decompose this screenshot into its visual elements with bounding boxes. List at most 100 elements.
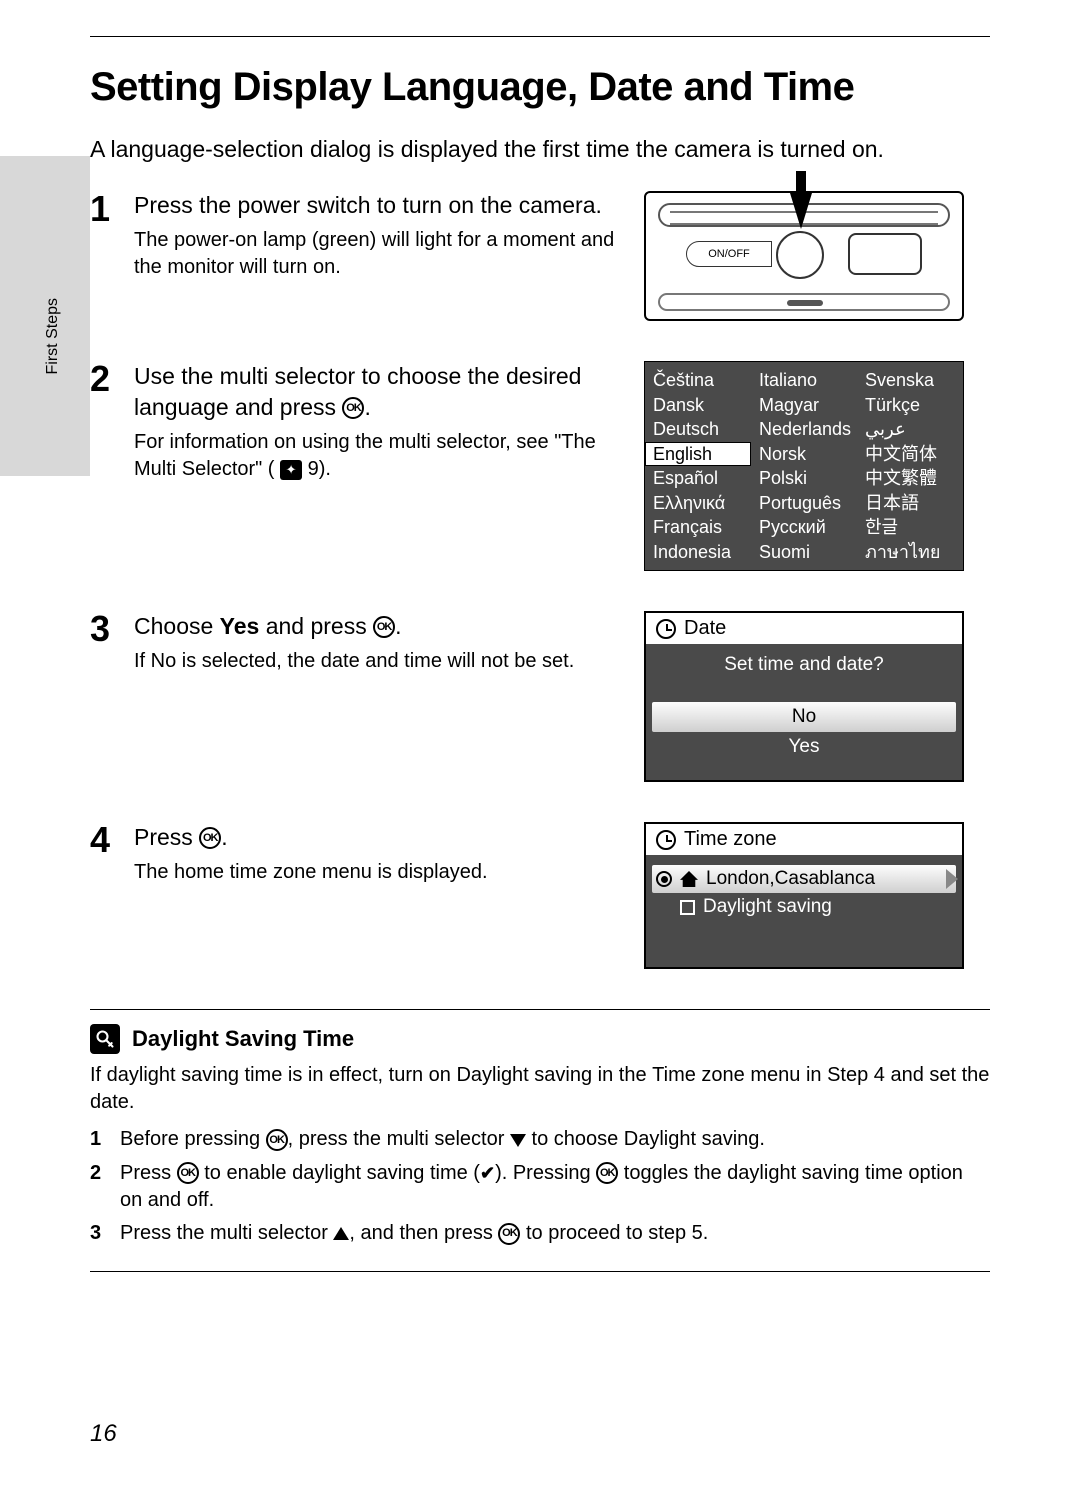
text: Time zone — [652, 1064, 745, 1086]
step-1: 1 Press the power switch to turn on the … — [90, 191, 990, 321]
note-body: If daylight saving time is in effect, tu… — [90, 1062, 990, 1116]
language-option: Norsk — [751, 442, 857, 467]
step-number: 4 — [90, 822, 134, 969]
note-item-2: 2 Press OK to enable daylight saving tim… — [90, 1160, 990, 1214]
section-tab: First Steps — [44, 298, 62, 374]
manual-ref-icon: ✦ — [280, 460, 302, 480]
language-option: Dansk — [645, 393, 751, 418]
language-option: Magyar — [751, 393, 857, 418]
language-option: 日本語 — [857, 491, 963, 516]
step-2-title: Use the multi selector to choose the des… — [134, 361, 632, 423]
text: to enable daylight saving time ( — [199, 1162, 480, 1184]
language-option: Français — [645, 515, 751, 540]
text: Press — [134, 824, 199, 850]
text: . — [395, 613, 401, 639]
language-option: Suomi — [751, 540, 857, 565]
step-4-title: Press OK. — [134, 822, 632, 853]
date-dialog-title: Date — [684, 617, 726, 640]
text: Yes — [220, 613, 260, 639]
language-option: Čeština — [645, 368, 751, 393]
intro-text: A language-selection dialog is displayed… — [90, 134, 990, 165]
date-dialog-screen: Date Set time and date? No Yes — [644, 611, 964, 782]
text: Before pressing — [120, 1129, 266, 1151]
text: Daylight saving — [456, 1064, 592, 1086]
ok-icon: OK — [266, 1129, 288, 1151]
language-option: Indonesia — [645, 540, 751, 565]
language-option: Русский — [751, 515, 857, 540]
language-option: عربي — [857, 417, 963, 442]
text: Choose — [134, 613, 220, 639]
timezone-dialog-title: Time zone — [684, 828, 777, 851]
list-number: 3 — [90, 1220, 106, 1247]
language-option: 中文简体 — [857, 442, 963, 467]
language-option: Svenska — [857, 368, 963, 393]
step-4-text: The home time zone menu is displayed. — [134, 859, 632, 886]
language-option: Türkçe — [857, 393, 963, 418]
text: Press — [120, 1162, 177, 1184]
down-arrow-icon — [510, 1134, 526, 1147]
step-number: 3 — [90, 611, 134, 782]
check-icon: ✔ — [480, 1161, 495, 1185]
language-option: Polski — [751, 466, 857, 491]
up-arrow-icon — [333, 1227, 349, 1240]
date-option-no: No — [652, 702, 956, 732]
language-option: Español — [645, 466, 751, 491]
language-option: Português — [751, 491, 857, 516]
text: Daylight saving — [624, 1129, 760, 1151]
text: 9). — [302, 458, 331, 480]
text: and press — [259, 613, 373, 639]
daylight-note: Daylight Saving Time If daylight saving … — [90, 1009, 990, 1272]
note-item-1: 1 Before pressing OK, press the multi se… — [90, 1126, 990, 1153]
step-2-text: For information on using the multi selec… — [134, 429, 632, 483]
step-1-title: Press the power switch to turn on the ca… — [134, 191, 632, 221]
text: . — [759, 1129, 765, 1151]
note-pencil-icon — [90, 1024, 120, 1054]
clock-icon — [656, 830, 676, 850]
text: in the — [592, 1064, 652, 1086]
clock-icon — [656, 619, 676, 639]
step-4: 4 Press OK. The home time zone menu is d… — [90, 822, 990, 969]
timezone-home-label: London,Casablanca — [706, 868, 875, 890]
note-item-3: 3 Press the multi selector , and then pr… — [90, 1220, 990, 1247]
language-option: 한글 — [857, 515, 963, 540]
text: For information on using the multi selec… — [134, 431, 596, 480]
timezone-dialog-screen: Time zone London,Casablanca Daylight sav… — [644, 822, 964, 969]
language-option: Nederlands — [751, 417, 857, 442]
camera-top-illustration: ON/OFF — [644, 191, 964, 321]
step-1-text: The power-on lamp (green) will light for… — [134, 227, 632, 281]
text: No — [151, 650, 177, 672]
timezone-home-row: London,Casablanca — [652, 865, 956, 893]
text: . — [221, 824, 227, 850]
language-option: Ελληνικά — [645, 491, 751, 516]
text: is selected, the date and time will not … — [176, 650, 574, 672]
list-number: 1 — [90, 1126, 106, 1153]
checkbox-empty-icon — [680, 900, 695, 915]
text: Press the multi selector — [120, 1222, 333, 1244]
date-dialog-question: Set time and date? — [646, 644, 962, 702]
step-2: 2 Use the multi selector to choose the d… — [90, 361, 990, 571]
step-3-text: If No is selected, the date and time wil… — [134, 648, 632, 675]
date-option-yes: Yes — [646, 732, 962, 762]
text: , press the multi selector — [288, 1129, 510, 1151]
step-number: 2 — [90, 361, 134, 571]
text: to choose — [526, 1129, 624, 1151]
note-title: Daylight Saving Time — [132, 1026, 354, 1052]
language-option: ภาษาไทย — [857, 540, 963, 565]
ok-icon: OK — [199, 827, 221, 849]
ok-icon: OK — [596, 1162, 618, 1184]
text: to proceed to step 5. — [520, 1222, 708, 1244]
home-icon — [680, 871, 698, 887]
language-option: 中文繁體 — [857, 466, 963, 491]
ok-icon: OK — [498, 1223, 520, 1245]
text: , and then press — [349, 1222, 498, 1244]
language-option: Italiano — [751, 368, 857, 393]
radio-selected-icon — [656, 871, 672, 887]
timezone-daylight-row: Daylight saving — [652, 893, 956, 921]
language-option: Deutsch — [645, 417, 751, 442]
onoff-label: ON/OFF — [686, 241, 772, 267]
list-number: 2 — [90, 1160, 106, 1214]
page-number: 16 — [90, 1420, 117, 1448]
step-3-title: Choose Yes and press OK. — [134, 611, 632, 642]
timezone-daylight-label: Daylight saving — [703, 896, 832, 918]
text: If daylight saving time is in effect, tu… — [90, 1064, 456, 1086]
